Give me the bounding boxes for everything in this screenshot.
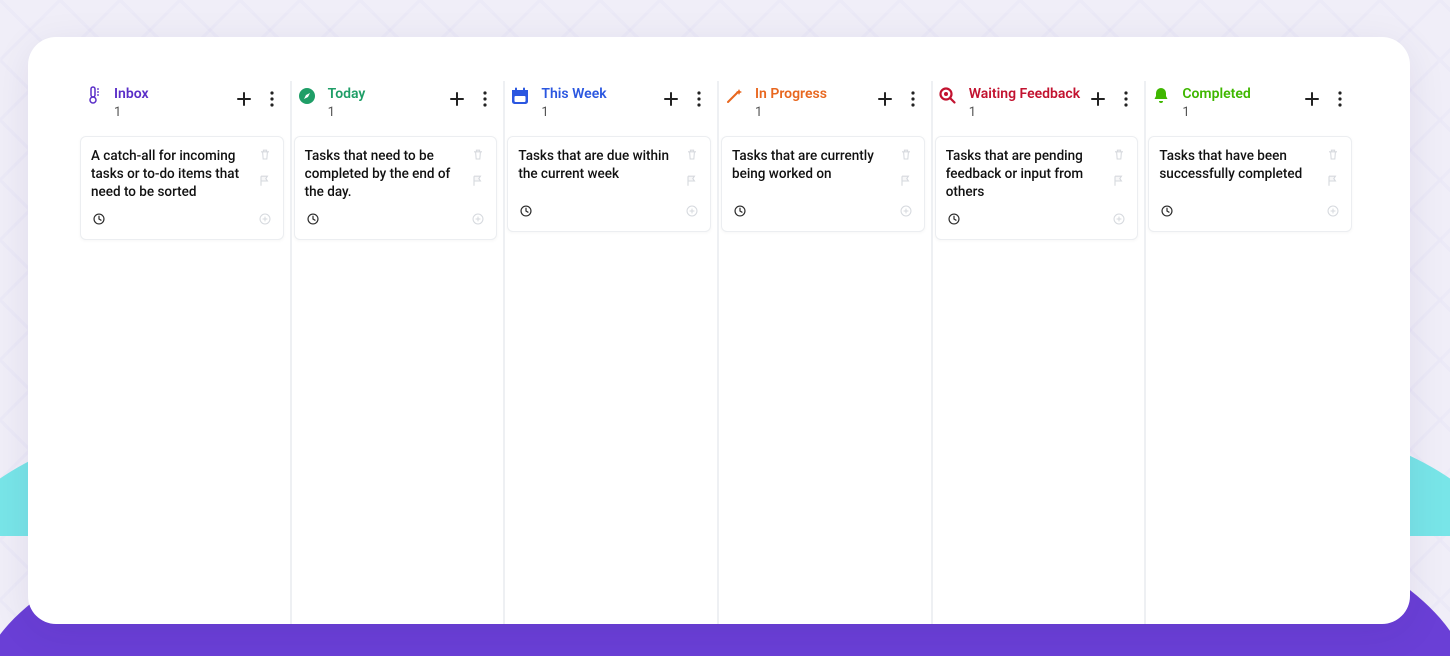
task-card[interactable]: Tasks that need to be completed by the e… (294, 136, 498, 240)
assign-icon[interactable] (470, 211, 486, 231)
task-card[interactable]: Tasks that are pending feedback or input… (935, 136, 1139, 240)
column-title[interactable]: Completed (1182, 85, 1302, 103)
delete-icon[interactable] (470, 147, 486, 167)
column-count: 1 (114, 105, 234, 120)
column-inprogress: In Progress 1 Tasks that are currently b… (721, 81, 933, 624)
column-header: This Week 1 (507, 81, 715, 132)
assign-icon[interactable] (898, 203, 914, 223)
calendar-icon (509, 85, 531, 107)
column-count: 1 (969, 105, 1089, 120)
clock-icon[interactable] (946, 211, 962, 231)
task-card[interactable]: Tasks that are currently being worked on (721, 136, 925, 232)
column-menu-button[interactable] (1116, 89, 1136, 109)
delete-icon[interactable] (684, 147, 700, 167)
column-count: 1 (541, 105, 661, 120)
column-header: Today 1 (294, 81, 502, 132)
add-card-button[interactable] (234, 89, 254, 109)
add-card-button[interactable] (1088, 89, 1108, 109)
column-count: 1 (755, 105, 875, 120)
task-card-text: Tasks that are currently being worked on (732, 147, 898, 183)
flag-icon[interactable] (470, 173, 486, 193)
column-menu-button[interactable] (1330, 89, 1350, 109)
task-card[interactable]: Tasks that are due within the current we… (507, 136, 711, 232)
add-card-button[interactable] (1302, 89, 1322, 109)
column-header: Inbox 1 (80, 81, 288, 132)
kanban-board-frame: Inbox 1 A catch-all for incoming tasks o… (28, 37, 1410, 624)
column-header: Completed 1 (1148, 81, 1356, 132)
delete-icon[interactable] (898, 147, 914, 167)
clock-icon[interactable] (305, 211, 321, 231)
flag-icon[interactable] (257, 173, 273, 193)
flag-icon[interactable] (898, 173, 914, 193)
wand-icon (723, 85, 745, 107)
column-menu-button[interactable] (475, 89, 495, 109)
add-card-button[interactable] (447, 89, 467, 109)
bell-icon (1150, 85, 1172, 107)
column-title[interactable]: In Progress (755, 85, 875, 103)
task-card[interactable]: Tasks that have been successfully comple… (1148, 136, 1352, 232)
column-count: 1 (328, 105, 448, 120)
delete-icon[interactable] (1111, 147, 1127, 167)
delete-icon[interactable] (1325, 147, 1341, 167)
column-completed: Completed 1 Tasks that have been success… (1148, 81, 1358, 624)
column-menu-button[interactable] (689, 89, 709, 109)
clock-icon[interactable] (518, 203, 534, 223)
column-title[interactable]: Waiting Feedback (969, 85, 1089, 103)
column-inbox: Inbox 1 A catch-all for incoming tasks o… (80, 81, 292, 624)
clock-icon[interactable] (732, 203, 748, 223)
clock-icon[interactable] (91, 211, 107, 231)
task-card-text: Tasks that are pending feedback or input… (946, 147, 1112, 201)
column-title[interactable]: Today (328, 85, 448, 103)
flag-icon[interactable] (1111, 173, 1127, 193)
task-card-text: Tasks that need to be completed by the e… (305, 147, 471, 201)
delete-icon[interactable] (257, 147, 273, 167)
task-card[interactable]: A catch-all for incoming tasks or to-do … (80, 136, 284, 240)
search-icon (937, 85, 959, 107)
assign-icon[interactable] (257, 211, 273, 231)
column-count: 1 (1182, 105, 1302, 120)
flag-icon[interactable] (684, 173, 700, 193)
column-thisweek: This Week 1 Tasks that are due within th… (507, 81, 719, 624)
assign-icon[interactable] (1111, 211, 1127, 231)
column-header: Waiting Feedback 1 (935, 81, 1143, 132)
column-title[interactable]: This Week (541, 85, 661, 103)
add-card-button[interactable] (875, 89, 895, 109)
column-header: In Progress 1 (721, 81, 929, 132)
clock-icon[interactable] (1159, 203, 1175, 223)
task-card-text: Tasks that have been successfully comple… (1159, 147, 1325, 183)
column-waiting: Waiting Feedback 1 Tasks that are pendin… (935, 81, 1147, 624)
column-menu-button[interactable] (903, 89, 923, 109)
column-title[interactable]: Inbox (114, 85, 234, 103)
task-card-text: Tasks that are due within the current we… (518, 147, 684, 183)
assign-icon[interactable] (1325, 203, 1341, 223)
column-menu-button[interactable] (262, 89, 282, 109)
assign-icon[interactable] (684, 203, 700, 223)
column-today: Today 1 Tasks that need to be completed … (294, 81, 506, 624)
flag-icon[interactable] (1325, 173, 1341, 193)
task-card-text: A catch-all for incoming tasks or to-do … (91, 147, 257, 201)
compass-icon (296, 85, 318, 107)
add-card-button[interactable] (661, 89, 681, 109)
thermometer-icon (82, 85, 104, 107)
